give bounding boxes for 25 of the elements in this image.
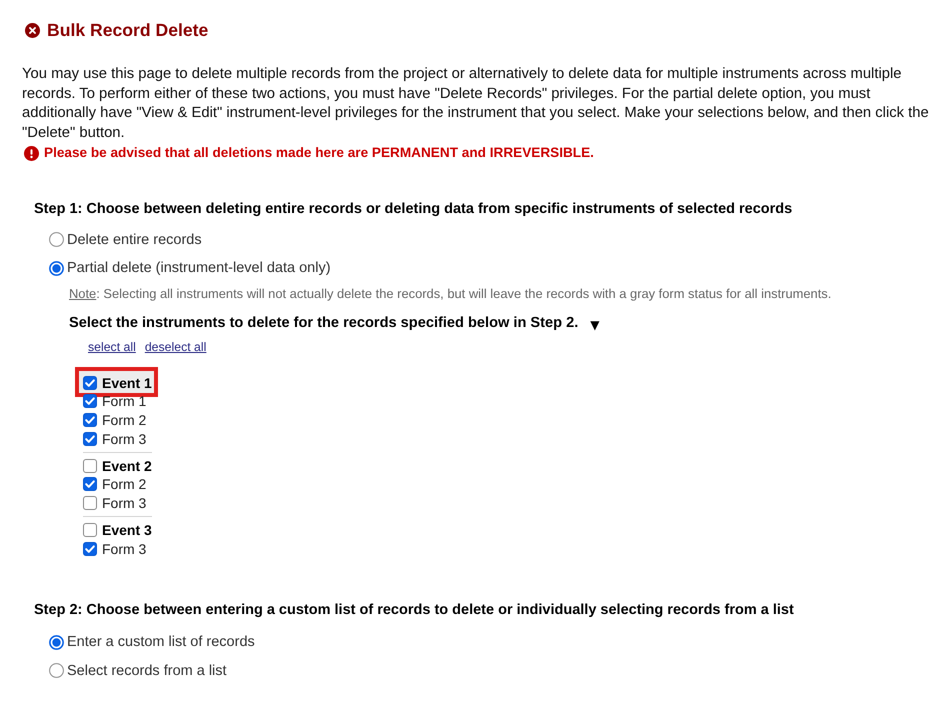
warning-text: Please be advised that all deletions made here are PERMANENT and IRREVERSIBLE.: [44, 144, 594, 162]
form-checkbox[interactable]: Form 2: [83, 475, 146, 494]
radio-option[interactable]: Select records from a list: [49, 656, 227, 686]
note-text: Note: Selecting all instruments will not actually delete the records, but will leave the records with a gray form status for all instruments.: [69, 285, 832, 304]
x-circle-icon: [25, 22, 40, 38]
radio-option[interactable]: Partial delete (instrument-level data only): [49, 254, 331, 282]
form-checkbox[interactable]: Form 2: [83, 410, 146, 430]
event-checkbox[interactable]: Event 2: [83, 456, 152, 476]
radio-option[interactable]: Delete entire records: [49, 225, 202, 254]
deselect-all-link[interactable]: deselect all: [144, 340, 206, 354]
intro-paragraph: You may use this page to delete multiple records from the project or alternatively to delete data for multiple instruments across multiple records. To perform either of these two actions, you must have "Delete Records" privileges. For the partial delete option, you must additionally have "View & Edit" instrument-level privileges for the instrument that you select. Make your selections below, and then click the "Delete" button.: [22, 65, 930, 143]
form-checkbox[interactable]: Form 3: [83, 494, 146, 512]
event-checkbox[interactable]: Event 1: [83, 373, 152, 392]
event-checkbox[interactable]: Event 3: [83, 520, 152, 540]
instruments-heading: Select the instruments to delete for the records specified below in Step 2.: [69, 314, 578, 334]
step-heading: Step 2: Choose between entering a custom list of records to delete or individually selecting records from a list: [34, 601, 795, 620]
collapse-toggle[interactable]: ▼: [590, 318, 600, 332]
radio-option[interactable]: Enter a custom list of records: [49, 628, 255, 657]
form-checkbox[interactable]: Form 1: [83, 392, 146, 411]
exclamation-circle-icon: [24, 146, 39, 161]
select-all-link[interactable]: select all: [88, 340, 136, 354]
form-checkbox[interactable]: Form 3: [83, 539, 146, 558]
page-title: Bulk Record Delete: [47, 19, 208, 41]
step-heading: Step 1: Choose between deleting entire records or deleting data from specific instruments of selected records: [34, 200, 794, 220]
form-checkbox[interactable]: Form 3: [83, 429, 146, 448]
